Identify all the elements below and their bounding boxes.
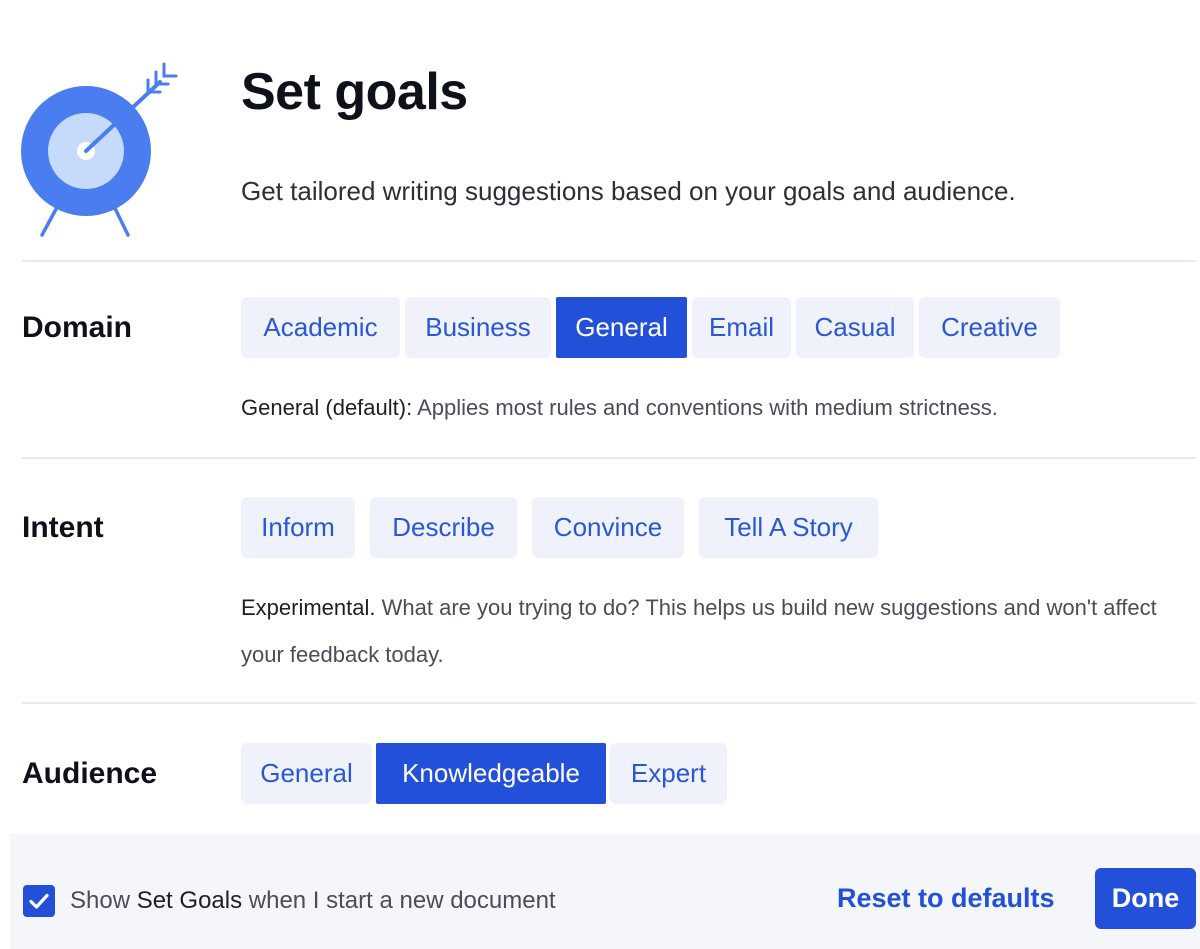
intent-option-describe[interactable]: Describe (370, 497, 517, 558)
domain-option-email[interactable]: Email (692, 297, 791, 358)
done-button[interactable]: Done (1095, 868, 1196, 929)
intent-option-convince[interactable]: Convince (532, 497, 684, 558)
domain-option-academic[interactable]: Academic (241, 297, 400, 358)
intent-label: Intent (22, 511, 104, 544)
intent-option-tell-a-story[interactable]: Tell A Story (699, 497, 878, 558)
divider (22, 702, 1196, 704)
reset-to-defaults-link[interactable]: Reset to defaults (837, 880, 1055, 916)
dialog-header: Set goals Get tailored writing suggestio… (0, 0, 1200, 262)
checkbox-label-emphasis: Set Goals (136, 887, 243, 914)
domain-description-text: Applies most rules and conventions with … (412, 395, 998, 420)
dialog-footer: Show Set Goals when I start a new docume… (10, 834, 1200, 949)
audience-option-expert[interactable]: Expert (610, 743, 727, 804)
page-subtitle: Get tailored writing suggestions based o… (241, 176, 1016, 206)
audience-label: Audience (22, 757, 158, 790)
show-set-goals-label[interactable]: Show Set Goals when I start a new docume… (70, 884, 556, 918)
intent-description: Experimental. What are you trying to do?… (241, 584, 1161, 678)
domain-description: General (default): Applies most rules an… (241, 384, 998, 431)
checkbox-label-suffix: when I start a new document (242, 887, 556, 914)
show-set-goals-checkbox[interactable] (23, 885, 55, 917)
domain-description-lead: General (default): (241, 395, 413, 420)
intent-description-lead: Experimental. (241, 595, 376, 620)
target-with-arrow-icon (21, 62, 178, 237)
intent-options: Inform Describe Convince Tell A Story (241, 497, 878, 558)
page-title: Set goals (241, 63, 468, 121)
checkbox-label-prefix: Show (70, 887, 137, 914)
audience-option-knowledgeable[interactable]: Knowledgeable (376, 743, 606, 804)
divider (22, 260, 1196, 262)
domain-option-casual[interactable]: Casual (796, 297, 914, 358)
domain-option-business[interactable]: Business (405, 297, 551, 358)
domain-option-creative[interactable]: Creative (919, 297, 1060, 358)
audience-options: General Knowledgeable Expert (241, 743, 727, 804)
domain-options: Academic Business General Email Casual C… (241, 297, 1060, 358)
domain-option-general[interactable]: General (556, 297, 687, 358)
checkmark-icon (29, 893, 49, 909)
domain-label: Domain (22, 311, 133, 344)
intent-option-inform[interactable]: Inform (241, 497, 355, 558)
audience-option-general[interactable]: General (241, 743, 372, 804)
set-goals-dialog: Set goals Get tailored writing suggestio… (0, 0, 1200, 949)
divider (22, 457, 1196, 459)
intent-description-text: What are you trying to do? This helps us… (241, 595, 1157, 667)
